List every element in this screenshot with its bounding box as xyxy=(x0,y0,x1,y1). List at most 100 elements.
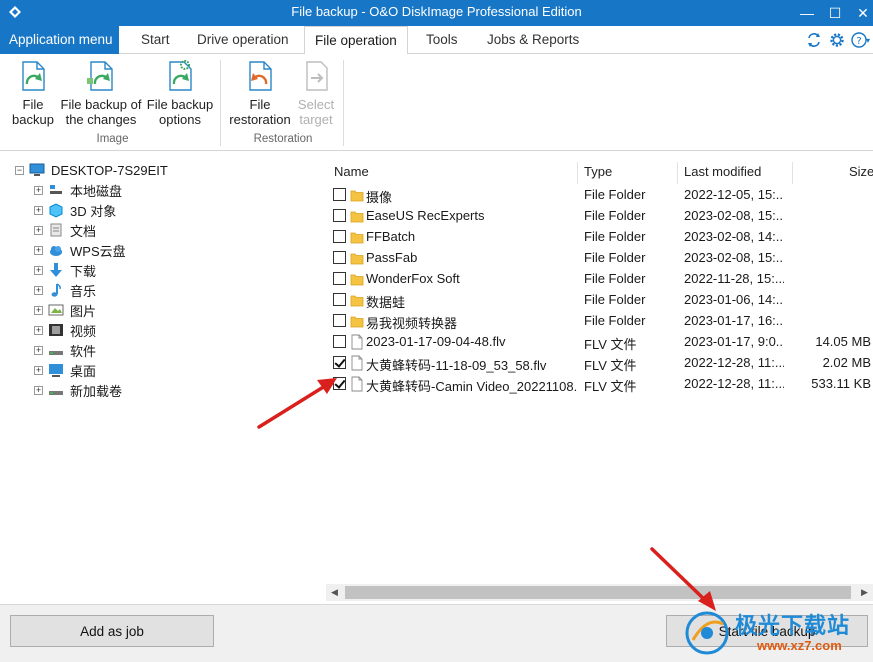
tree-item[interactable]: + WPS云盘 xyxy=(34,240,126,260)
column-header-type[interactable]: Type xyxy=(584,164,612,179)
row-checkbox[interactable] xyxy=(333,209,346,222)
expand-toggle-icon[interactable]: + xyxy=(34,185,43,195)
row-checkbox[interactable] xyxy=(333,335,346,348)
table-row[interactable]: EaseUS RecExperts File Folder 2023-02-08, … xyxy=(326,206,873,227)
expand-toggle-icon[interactable]: + xyxy=(34,285,43,295)
videos-icon xyxy=(49,324,63,336)
column-header-modified[interactable]: Last modified xyxy=(684,164,761,179)
table-row[interactable]: 大黄蜂转码-Camin Video_20221108... FLV 文件 2022-… xyxy=(326,374,873,395)
row-checkbox[interactable] xyxy=(333,251,346,264)
maximize-button[interactable]: ☐ xyxy=(820,0,850,26)
tree-item-label: 视频 xyxy=(70,323,97,339)
watermark-title: 极光下载站 xyxy=(735,613,851,638)
title-bar: File backup - O&O DiskImage Professional… xyxy=(0,0,873,26)
add-as-job-button[interactable]: Add as job xyxy=(10,615,214,647)
help-dropdown-chevron-icon[interactable]: ▾ xyxy=(866,36,870,45)
cell-type: FLV 文件 xyxy=(584,379,637,394)
table-row[interactable]: 摄像 File Folder 2022-12-05, 15:... xyxy=(326,185,873,206)
table-row[interactable]: FFBatch File Folder 2023-02-08, 14:... xyxy=(326,227,873,248)
tree-item[interactable]: + 文档 xyxy=(34,220,96,240)
tab-drive-operation[interactable]: Drive operation xyxy=(187,26,299,54)
tree-item-label: 桌面 xyxy=(70,363,97,379)
expand-toggle-icon[interactable]: + xyxy=(34,385,43,395)
watermark-icon xyxy=(685,611,729,655)
tree-item[interactable]: +3D 对象 xyxy=(34,200,116,220)
tree-item[interactable]: + 本地磁盘 xyxy=(34,180,122,200)
row-checkbox[interactable] xyxy=(333,377,346,390)
cell-name: PassFab xyxy=(366,250,418,265)
tree-item-label: 软件 xyxy=(70,343,97,359)
expand-toggle-icon[interactable]: + xyxy=(34,365,43,375)
cell-modified: 2023-02-08, 14:... xyxy=(684,229,784,244)
file-icon xyxy=(351,355,363,371)
minimize-button[interactable]: — xyxy=(792,0,822,26)
tab-tools[interactable]: Tools xyxy=(416,26,468,54)
table-row[interactable]: WonderFox Soft File Folder 2022-11-28, 15:… xyxy=(326,269,873,290)
row-checkbox[interactable] xyxy=(333,272,346,285)
wps-cloud-icon xyxy=(50,246,62,256)
table-row[interactable]: 易我视频转换器 File Folder 2023-01-17, 16:... xyxy=(326,311,873,332)
row-checkbox[interactable] xyxy=(333,314,346,327)
horizontal-scrollbar[interactable]: ◀ ▶ xyxy=(326,584,873,601)
tree-item[interactable]: + 软件 xyxy=(34,340,96,360)
expand-toggle-icon[interactable]: + xyxy=(34,325,43,335)
column-divider[interactable] xyxy=(577,162,578,184)
column-divider[interactable] xyxy=(792,162,793,184)
folder-icon xyxy=(350,316,364,328)
cell-name: EaseUS RecExperts xyxy=(366,208,485,223)
column-header-name[interactable]: Name xyxy=(334,164,369,179)
file-backup-options-button[interactable]: File backup options xyxy=(145,58,215,127)
select-target-button[interactable]: Select target xyxy=(294,58,338,127)
tree-item[interactable]: + 桌面 xyxy=(34,360,96,380)
tree-item-label: WPS云盘 xyxy=(70,243,126,259)
scrollbar-thumb[interactable] xyxy=(345,586,851,599)
row-checkbox[interactable] xyxy=(333,293,346,306)
scroll-left-arrow-icon[interactable]: ◀ xyxy=(326,584,343,601)
row-checkbox[interactable] xyxy=(333,188,346,201)
expand-toggle-icon[interactable]: + xyxy=(34,205,43,215)
file-backup-button[interactable]: File backup xyxy=(10,58,56,127)
downloads-icon xyxy=(50,263,62,277)
pictures-icon xyxy=(48,304,64,316)
computer-icon xyxy=(29,163,45,176)
tree-item[interactable]: + 音乐 xyxy=(34,280,96,300)
application-menu-button[interactable]: Application menu xyxy=(0,26,119,54)
table-row[interactable]: 2023-01-17-09-04-48.flv FLV 文件 2023-01-17,… xyxy=(326,332,873,353)
expand-toggle-icon[interactable]: + xyxy=(34,305,43,315)
scroll-right-arrow-icon[interactable]: ▶ xyxy=(856,584,873,601)
file-icon xyxy=(351,334,363,350)
row-checkbox[interactable] xyxy=(333,356,346,369)
tab-file-operation[interactable]: File operation xyxy=(304,26,408,55)
cell-name: 易我视频转换器 xyxy=(366,316,458,331)
close-button[interactable]: ✕ xyxy=(848,0,873,26)
cell-size: 2.02 MB xyxy=(822,355,871,370)
cell-name: 摄像 xyxy=(366,190,393,205)
tree-item[interactable]: + 新加载卷 xyxy=(34,380,122,400)
tab-jobs-reports[interactable]: Jobs & Reports xyxy=(477,26,589,54)
tree-item[interactable]: + 下载 xyxy=(34,260,96,280)
column-header-size[interactable]: Size xyxy=(849,164,873,179)
window-title: File backup - O&O DiskImage Professional… xyxy=(291,4,582,19)
row-checkbox[interactable] xyxy=(333,230,346,243)
tree-item[interactable]: + 视频 xyxy=(34,320,96,340)
expand-toggle-icon[interactable]: + xyxy=(34,225,43,235)
table-row[interactable]: PassFab File Folder 2023-02-08, 15:... xyxy=(326,248,873,269)
settings-gear-icon[interactable] xyxy=(828,31,846,49)
cell-type: FLV 文件 xyxy=(584,358,637,373)
column-divider[interactable] xyxy=(677,162,678,184)
file-restoration-button[interactable]: File restoration xyxy=(226,58,294,127)
tab-start[interactable]: Start xyxy=(131,26,180,54)
table-row[interactable]: 数据蛙 File Folder 2023-01-06, 14:... xyxy=(326,290,873,311)
expand-toggle-icon[interactable]: + xyxy=(34,345,43,355)
collapse-toggle-icon[interactable]: − xyxy=(15,165,24,175)
table-row[interactable]: 大黄蜂转码-11-18-09_53_58.flv FLV 文件 2022-12-28… xyxy=(326,353,873,374)
refresh-icon[interactable] xyxy=(805,31,823,49)
expand-toggle-icon[interactable]: + xyxy=(34,265,43,275)
cell-modified: 2022-11-28, 15:... xyxy=(684,271,784,286)
expand-toggle-icon[interactable]: + xyxy=(34,245,43,255)
tree-root-desktop[interactable]: − DESKTOP-7S29EIT xyxy=(15,160,168,180)
tree-item-label: 音乐 xyxy=(70,283,97,299)
tree-item[interactable]: + 图片 xyxy=(34,300,96,320)
file-backup-changes-button[interactable]: File backup of the changes xyxy=(58,58,144,127)
group-label-restoration: Restoration xyxy=(253,133,313,145)
